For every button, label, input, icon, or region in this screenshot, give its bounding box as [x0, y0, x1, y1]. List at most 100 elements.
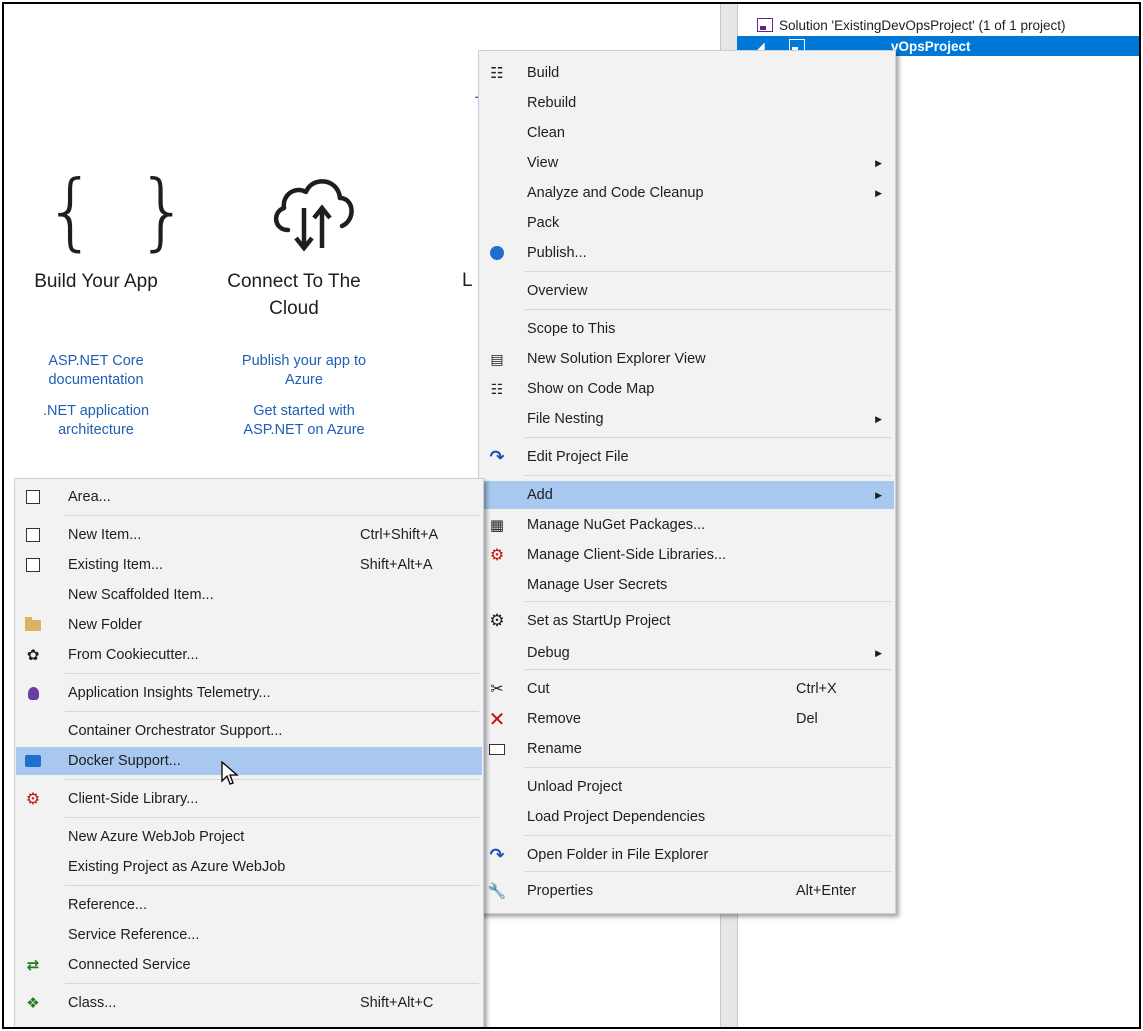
menu-separator [524, 669, 891, 670]
menu-item-publish[interactable]: Publish... [480, 239, 894, 267]
menu-item-service-reference[interactable]: Service Reference... [16, 921, 482, 949]
publish-azure-link[interactable]: Publish your app to Azure [234, 352, 374, 390]
open-folder-icon: ↷ [489, 844, 505, 865]
wrench-icon: 🔧 [487, 883, 507, 900]
menu-item-set-as-startup-project[interactable]: ⚙ Set as StartUp Project [480, 607, 894, 635]
menu-item-manage-user-secrets[interactable]: Manage User Secrets [480, 571, 894, 599]
menu-item-add[interactable]: Add ▶ [480, 481, 894, 509]
gear-icon: ⚙ [489, 611, 505, 630]
menu-item-from-cookiecutter[interactable]: ✿ From Cookiecutter... [16, 641, 482, 669]
menu-item-label: Clean [527, 125, 565, 141]
net-architecture-link[interactable]: .NET application architecture [21, 402, 171, 440]
menu-item-debug[interactable]: Debug ▶ [480, 639, 894, 667]
menu-item-label: Service Reference... [68, 927, 200, 943]
menu-item-label: Reference... [68, 897, 147, 913]
menu-item-view[interactable]: View ▶ [480, 149, 894, 177]
menu-item-class[interactable]: ❖ Class... Shift+Alt+C [16, 989, 482, 1017]
menu-item-label: Manage NuGet Packages... [527, 517, 706, 533]
cookiecutter-icon: ✿ [26, 647, 40, 664]
menu-item-new-azure-webjob-project[interactable]: New Azure WebJob Project [16, 823, 482, 851]
menu-item-label: Load Project Dependencies [527, 809, 706, 825]
solution-icon [757, 18, 773, 32]
menu-item-client-side-library[interactable]: ⚙ Client-Side Library... [16, 785, 482, 813]
menu-item-label: View [527, 155, 559, 171]
menu-item-label: File Nesting [527, 411, 604, 427]
docker-icon [24, 752, 42, 770]
menu-separator [65, 983, 479, 984]
menu-item-file-nesting[interactable]: File Nesting ▶ [480, 405, 894, 433]
menu-item-clean[interactable]: Clean [480, 119, 894, 147]
menu-item-label: Edit Project File [527, 449, 629, 465]
menu-item-new-scaffolded-item[interactable]: New Scaffolded Item... [16, 581, 482, 609]
cloud-upload-download-icon [274, 179, 354, 252]
menu-item-docker-support[interactable]: Docker Support... [16, 747, 482, 775]
menu-item-label: Manage Client-Side Libraries... [527, 547, 727, 563]
menu-item-unload-project[interactable]: Unload Project [480, 773, 894, 801]
rename-icon [488, 740, 506, 758]
menu-item-rename[interactable]: Rename [480, 735, 894, 763]
menu-item-manage-nuget-packages[interactable]: ▦ Manage NuGet Packages... [480, 511, 894, 539]
menu-item-reference[interactable]: Reference... [16, 891, 482, 919]
nuget-icon: ▦ [489, 517, 505, 534]
menu-item-label: Overview [527, 283, 588, 299]
solution-node[interactable]: Solution 'ExistingDevOpsProject' (1 of 1… [737, 15, 1139, 35]
cloud-links: Publish your app to Azure Get started wi… [234, 352, 374, 452]
menu-separator [524, 601, 891, 602]
menu-item-build[interactable]: ☷ Build [480, 59, 894, 87]
menu-item-label: Add [527, 487, 553, 503]
menu-item-label: New Scaffolded Item... [68, 587, 214, 603]
menu-item-new-item[interactable]: New Item... Ctrl+Shift+A [16, 521, 482, 549]
menu-item-overview[interactable]: Overview [480, 277, 894, 305]
menu-separator [524, 475, 891, 476]
menu-item-show-on-code-map[interactable]: ☷ Show on Code Map [480, 375, 894, 403]
publish-icon [488, 244, 506, 262]
menu-separator [65, 779, 479, 780]
menu-item-scope-to-this[interactable]: Scope to This [480, 315, 894, 343]
menu-item-area[interactable]: Area... [16, 483, 482, 511]
menu-item-new-folder[interactable]: New Folder [16, 611, 482, 639]
menu-separator [65, 817, 479, 818]
menu-item-rebuild[interactable]: Rebuild [480, 89, 894, 117]
library-icon: ⚙ [25, 791, 41, 808]
new-folder-icon [24, 616, 42, 634]
menu-item-existing-item[interactable]: Existing Item... Shift+Alt+A [16, 551, 482, 579]
aspnet-docs-link[interactable]: ASP.NET Core documentation [36, 352, 156, 390]
menu-item-properties[interactable]: 🔧 Properties Alt+Enter [480, 877, 894, 905]
menu-item-label: Manage User Secrets [527, 577, 668, 593]
menu-item-edit-project-file[interactable]: ↷ Edit Project File [480, 443, 894, 471]
submenu-arrow-icon: ▶ [875, 187, 882, 198]
menu-item-label: Existing Project as Azure WebJob [68, 859, 286, 875]
mouse-cursor-icon [221, 761, 239, 785]
class-icon: ❖ [26, 995, 40, 1012]
menu-item-connected-service[interactable]: ⇄ Connected Service [16, 951, 482, 979]
menu-item-application-insights-telemetry[interactable]: Application Insights Telemetry... [16, 679, 482, 707]
existing-item-icon [24, 556, 42, 574]
get-started-azure-link[interactable]: Get started with ASP.NET on Azure [239, 402, 369, 440]
menu-item-load-project-dependencies[interactable]: Load Project Dependencies [480, 803, 894, 831]
menu-item-shortcut: Ctrl+Shift+A [360, 527, 439, 543]
partial-tile-title: L [462, 270, 473, 291]
menu-item-cut[interactable]: ✂ Cut Ctrl+X [480, 675, 894, 703]
menu-item-pack[interactable]: Pack [480, 209, 894, 237]
menu-item-label: Pack [527, 215, 560, 231]
menu-separator [524, 871, 891, 872]
menu-item-label: Existing Item... [68, 557, 164, 573]
menu-item-new-solution-explorer-view[interactable]: ▤ New Solution Explorer View [480, 345, 894, 373]
menu-item-label: New Azure WebJob Project [68, 829, 245, 845]
menu-item-manage-client-side-libraries[interactable]: ⚙ Manage Client-Side Libraries... [480, 541, 894, 569]
menu-item-label: Remove [527, 711, 581, 727]
menu-item-label: From Cookiecutter... [68, 647, 199, 663]
menu-separator [65, 885, 479, 886]
menu-item-label: Properties [527, 883, 594, 899]
build-icon: ☷ [490, 65, 504, 82]
menu-item-open-folder-in-file-explorer[interactable]: ↷ Open Folder in File Explorer [480, 841, 894, 869]
area-icon [24, 488, 42, 506]
menu-item-analyze-and-code-cleanup[interactable]: Analyze and Code Cleanup ▶ [480, 179, 894, 207]
submenu-arrow-icon: ▶ [875, 489, 882, 500]
menu-item-existing-project-as-azure-webjob[interactable]: Existing Project as Azure WebJob [16, 853, 482, 881]
menu-item-shortcut: Del [796, 711, 818, 727]
library-icon: ⚙ [489, 547, 505, 564]
menu-item-remove[interactable]: ✕ Remove Del [480, 705, 894, 733]
braces-icon: { } [44, 162, 196, 260]
menu-item-container-orchestrator-support[interactable]: Container Orchestrator Support... [16, 717, 482, 745]
